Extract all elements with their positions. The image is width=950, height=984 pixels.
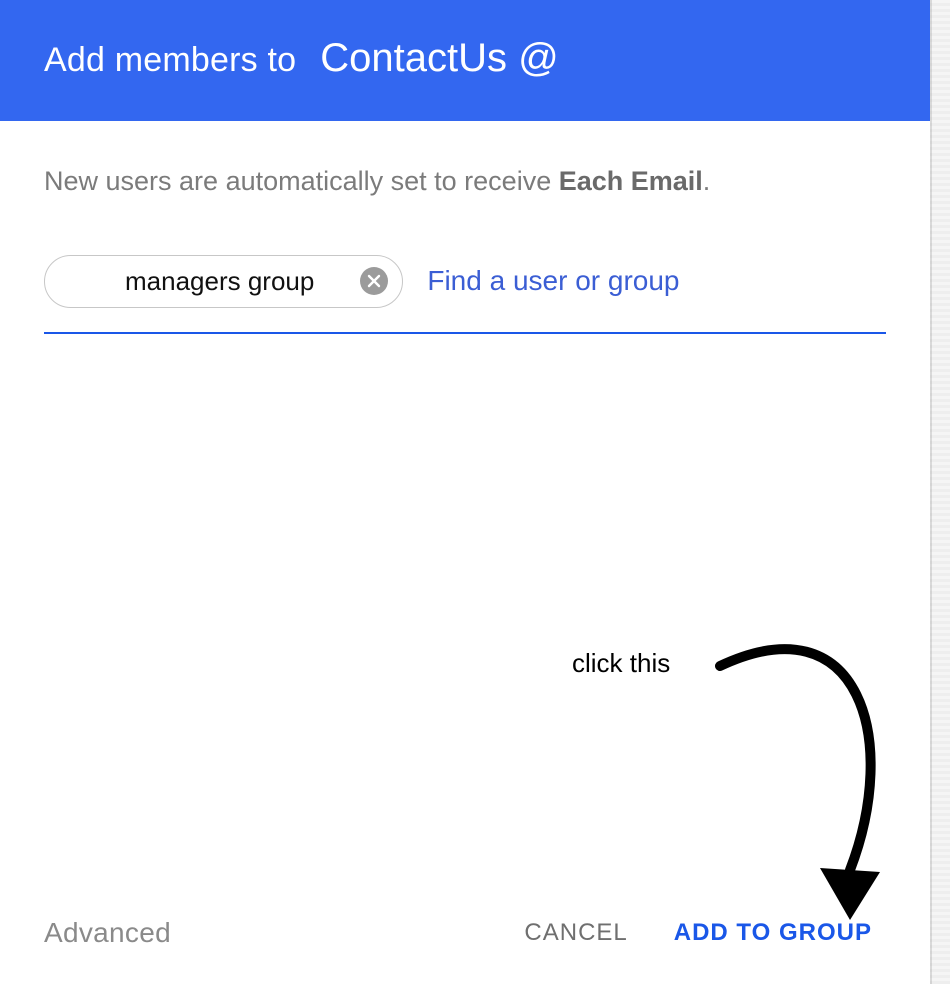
close-icon <box>367 274 381 288</box>
dialog-footer: Advanced CANCEL ADD TO GROUP <box>0 900 930 984</box>
info-strong: Each Email <box>559 166 703 196</box>
members-input-row[interactable]: managers group <box>44 255 886 334</box>
header-group-name: ContactUs @ <box>320 36 558 81</box>
cancel-button[interactable]: CANCEL <box>510 909 641 957</box>
member-chip-label: managers group <box>125 266 314 297</box>
scrollbar-track[interactable] <box>930 0 950 984</box>
add-members-dialog: Add members to ContactUs @ New users are… <box>0 0 930 984</box>
add-to-group-button[interactable]: ADD TO GROUP <box>660 909 886 957</box>
header-title-prefix: Add members to <box>44 41 296 80</box>
find-user-input[interactable] <box>425 259 886 303</box>
dialog-body: New users are automatically set to recei… <box>0 121 930 891</box>
chip-remove-button[interactable] <box>360 267 388 295</box>
advanced-link[interactable]: Advanced <box>44 917 171 949</box>
info-text-after: . <box>703 166 711 196</box>
member-chip[interactable]: managers group <box>44 255 403 308</box>
dialog-header: Add members to ContactUs @ <box>0 0 930 121</box>
info-text-before: New users are automatically set to recei… <box>44 166 559 196</box>
info-line: New users are automatically set to recei… <box>44 163 886 201</box>
